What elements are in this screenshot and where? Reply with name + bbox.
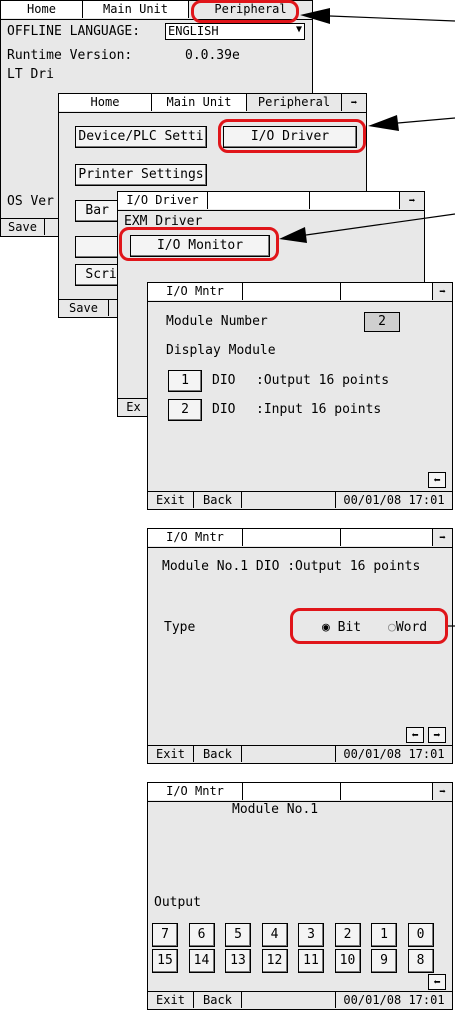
bit-key-2[interactable]: 2 <box>334 923 361 947</box>
status-bar: Exit Back 00/01/08 17:01 <box>148 991 452 1009</box>
left-arrow-icon[interactable]: ⬅ <box>406 727 424 743</box>
tab-bar: I/O Driver ➡ <box>118 192 424 211</box>
right-arrow-icon[interactable]: ➡ <box>342 94 366 111</box>
back-button[interactable]: Back <box>194 746 242 762</box>
bit-key-1[interactable]: 1 <box>371 923 397 947</box>
runtime-version-value: 0.0.39e <box>185 48 240 63</box>
bit-key-3[interactable]: 3 <box>298 923 324 947</box>
tab-empty <box>341 529 433 546</box>
module-1-button[interactable]: 1 <box>168 370 202 392</box>
io-mntr-title: I/O Mntr <box>148 283 243 300</box>
tab-bar: I/O Mntr ➡ <box>148 283 452 302</box>
module-number-label: Module Number <box>166 314 268 329</box>
datetime: 00/01/08 17:01 <box>343 993 445 1007</box>
bit-key-0[interactable]: 0 <box>407 923 434 947</box>
module-info: Module No.1 DIO :Output 16 points <box>162 559 421 574</box>
tab-home[interactable]: Home <box>59 94 152 111</box>
bit-key-15[interactable]: 15 <box>152 949 178 973</box>
window-io-monitor-output: I/O Mntr ➡ Module No.1 Output 76543210 1… <box>147 782 453 1010</box>
bit-key-13[interactable]: 13 <box>225 949 251 973</box>
right-arrow-icon[interactable]: ➡ <box>428 727 446 743</box>
printer-settings-button[interactable]: Printer Settings <box>75 164 207 186</box>
left-arrow-icon[interactable]: ⬅ <box>428 472 446 488</box>
module-2-desc: :Input 16 points <box>256 402 382 417</box>
tab-bar: I/O Mntr ➡ <box>148 783 452 802</box>
tab-main-unit[interactable]: Main Unit <box>152 94 247 111</box>
type-label: Type <box>164 620 196 635</box>
tab-home[interactable]: Home <box>1 1 83 18</box>
io-mntr-title: I/O Mntr <box>148 529 243 546</box>
bit-key-14[interactable]: 14 <box>188 949 215 973</box>
exit-button[interactable]: Exit <box>148 492 194 508</box>
bit-key-5[interactable]: 5 <box>225 923 251 947</box>
bit-key-6[interactable]: 6 <box>188 923 215 947</box>
tab-empty <box>208 192 310 209</box>
lt-driver-label: LT Dri <box>7 67 54 82</box>
bit-key-7[interactable]: 7 <box>152 923 178 947</box>
output-label: Output <box>154 895 201 910</box>
save-button[interactable]: Save <box>59 300 109 316</box>
bit-key-12[interactable]: 12 <box>261 949 288 973</box>
module-1-desc: :Output 16 points <box>256 373 390 388</box>
offline-language-value: ENGLISH <box>168 24 219 38</box>
tab-empty <box>341 283 433 300</box>
right-arrow-icon[interactable]: ➡ <box>400 192 424 209</box>
tab-empty <box>341 783 433 800</box>
window-io-monitor-type: I/O Mntr ➡ Module No.1 DIO :Output 16 po… <box>147 528 453 764</box>
tab-bar: I/O Mntr ➡ <box>148 529 452 548</box>
module-title: Module No.1 <box>232 802 319 817</box>
tab-empty <box>243 783 341 800</box>
exit-button[interactable]: Exit <box>148 992 194 1008</box>
bit-key-4[interactable]: 4 <box>261 923 288 947</box>
highlight-io-monitor-button <box>119 227 279 261</box>
io-mntr-title: I/O Mntr <box>148 783 243 800</box>
bit-key-11[interactable]: 11 <box>298 949 324 973</box>
os-version-label: OS Ver <box>7 194 54 209</box>
exit-button[interactable]: Ex <box>118 399 150 415</box>
exit-button[interactable]: Exit <box>148 746 194 762</box>
offline-language-select[interactable]: ENGLISH ▼ <box>165 23 305 40</box>
device-plc-settings-button[interactable]: Device/PLC Setti <box>75 126 207 148</box>
tab-empty <box>243 283 341 300</box>
highlight-io-driver-button <box>218 119 366 153</box>
back-button[interactable]: Back <box>194 992 242 1008</box>
window-io-monitor: I/O Mntr ➡ Module Number 2 Display Modul… <box>147 282 453 510</box>
highlight-type-radio <box>290 608 448 644</box>
tab-main-unit[interactable]: Main Unit <box>83 1 189 18</box>
io-driver-title: I/O Driver <box>118 192 208 209</box>
datetime: 00/01/08 17:01 <box>343 747 445 761</box>
right-arrow-icon[interactable]: ➡ <box>433 783 452 800</box>
status-spacer <box>242 746 336 762</box>
bit-key-8[interactable]: 8 <box>407 949 434 973</box>
runtime-version-label: Runtime Version: <box>7 48 133 63</box>
offline-language-label: OFFLINE LANGUAGE: <box>7 24 141 39</box>
pointer-arrow-icon <box>300 8 455 24</box>
display-module-label: Display Module <box>166 343 276 358</box>
highlight-peripheral-tab <box>191 0 299 23</box>
tab-empty <box>243 529 341 546</box>
tab-peripheral[interactable]: Peripheral <box>247 94 342 111</box>
bit-key-10[interactable]: 10 <box>334 949 361 973</box>
bit-key-9[interactable]: 9 <box>371 949 397 973</box>
save-button[interactable]: Save <box>1 219 45 235</box>
back-button[interactable]: Back <box>194 492 242 508</box>
pointer-arrow-icon <box>368 115 455 131</box>
right-arrow-icon[interactable]: ➡ <box>433 529 452 546</box>
left-arrow-icon[interactable]: ⬅ <box>428 974 446 990</box>
status-bar: Exit Back 00/01/08 17:01 <box>148 745 452 763</box>
right-arrow-icon[interactable]: ➡ <box>433 283 452 300</box>
module-2-button[interactable]: 2 <box>168 399 202 421</box>
tab-empty <box>310 192 400 209</box>
datetime: 00/01/08 17:01 <box>343 493 445 507</box>
status-spacer <box>242 992 336 1008</box>
dropdown-arrow-icon: ▼ <box>295 24 302 35</box>
status-bar: Exit Back 00/01/08 17:01 <box>148 491 452 509</box>
module-2-type: DIO <box>212 402 236 417</box>
module-1-type: DIO <box>212 373 236 388</box>
status-spacer <box>242 492 336 508</box>
module-number-field[interactable]: 2 <box>364 312 400 332</box>
tab-bar: Home Main Unit Peripheral ➡ <box>59 94 366 113</box>
